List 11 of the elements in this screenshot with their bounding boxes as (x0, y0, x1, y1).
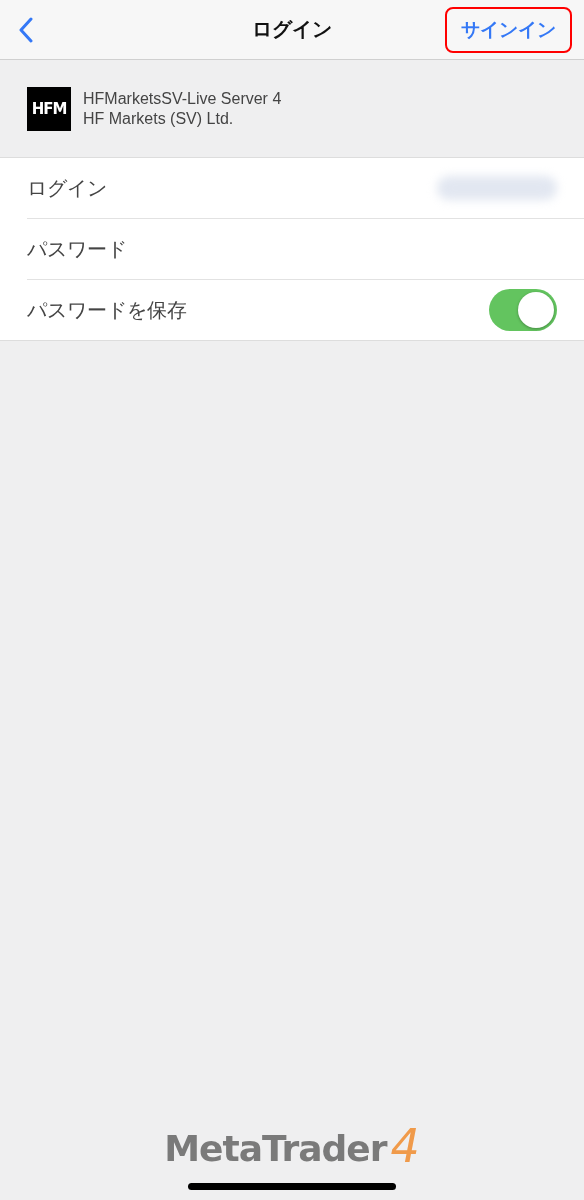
server-name: HFMarketsSV-Live Server 4 (83, 89, 282, 108)
company-name: HF Markets (SV) Ltd. (83, 109, 235, 128)
toggle-switch[interactable] (489, 289, 557, 331)
toggle-label: パスワードを保存 (27, 296, 187, 324)
broker-logo: HFM (27, 86, 71, 131)
field-label: パスワード (27, 235, 127, 263)
back-button[interactable] (18, 16, 34, 43)
sign-in-button[interactable]: サインイン (445, 6, 572, 53)
field-label: ログイン (27, 174, 107, 202)
screen-title: ログイン (252, 16, 332, 43)
app-logo: MetaTrader4 (164, 1123, 420, 1169)
